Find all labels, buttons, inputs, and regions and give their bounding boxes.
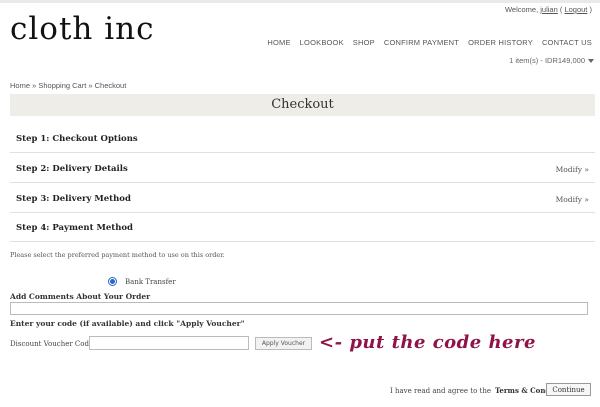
handwritten-annotation: <- put the code here <box>319 332 536 353</box>
step-checkout-options[interactable]: Step 1: Checkout Options <box>10 126 595 153</box>
comments-textarea[interactable] <box>10 302 588 315</box>
voucher-prompt: Enter your code (if available) and click… <box>10 319 245 328</box>
logout-link[interactable]: Logout <box>564 5 587 14</box>
chevron-down-icon <box>588 59 594 64</box>
payment-instruction: Please select the preferred payment meth… <box>10 251 225 259</box>
logout-close: ) <box>587 5 592 14</box>
cart-dropdown[interactable]: 1 item(s) - IDR149,000 <box>509 56 594 65</box>
nav-contact-us[interactable]: CONTACT US <box>542 38 592 47</box>
step-label: Step 3: Delivery Method <box>16 194 131 204</box>
site-logo[interactable]: cloth inc <box>10 11 154 47</box>
step-label: Step 4: Payment Method <box>16 223 133 233</box>
step-label: Step 2: Delivery Details <box>16 164 128 174</box>
cart-summary: 1 item(s) - IDR149,000 <box>509 56 585 65</box>
step-delivery-details[interactable]: Step 2: Delivery Details Modify » <box>10 156 595 183</box>
agreement-text: I have read and agree to the <box>390 386 491 395</box>
user-link[interactable]: julian <box>540 5 558 14</box>
apply-voucher-button[interactable]: Apply Voucher <box>255 337 312 350</box>
nav-order-history[interactable]: ORDER HISTORY <box>468 38 533 47</box>
modify-link[interactable]: Modify » <box>556 165 589 174</box>
nav-shop[interactable]: SHOP <box>353 38 375 47</box>
nav-home[interactable]: HOME <box>267 38 290 47</box>
welcome-prefix: Welcome, <box>504 5 541 14</box>
step-delivery-method[interactable]: Step 3: Delivery Method Modify » <box>10 186 595 213</box>
payment-option-label: Bank Transfer <box>125 277 176 286</box>
step-payment-method[interactable]: Step 4: Payment Method <box>10 215 595 242</box>
page-title: Checkout <box>10 94 595 116</box>
radio-selected-icon[interactable] <box>108 277 117 286</box>
welcome-message: Welcome, julian ( Logout ) <box>505 5 592 14</box>
nav-confirm-payment[interactable]: CONFIRM PAYMENT <box>384 38 459 47</box>
top-border <box>0 0 600 3</box>
payment-option-bank-transfer[interactable]: Bank Transfer <box>108 277 176 286</box>
breadcrumb[interactable]: Home » Shopping Cart » Checkout <box>10 81 126 90</box>
modify-link[interactable]: Modify » <box>556 195 589 204</box>
main-nav: HOME LOOKBOOK SHOP CONFIRM PAYMENT ORDER… <box>267 38 592 47</box>
comments-label: Add Comments About Your Order <box>10 292 151 301</box>
step-label: Step 1: Checkout Options <box>16 134 138 144</box>
voucher-code-input[interactable] <box>89 336 249 350</box>
continue-button[interactable]: Continue <box>546 383 591 396</box>
nav-lookbook[interactable]: LOOKBOOK <box>300 38 344 47</box>
voucher-field-label: Discount Voucher Code: <box>10 340 96 348</box>
